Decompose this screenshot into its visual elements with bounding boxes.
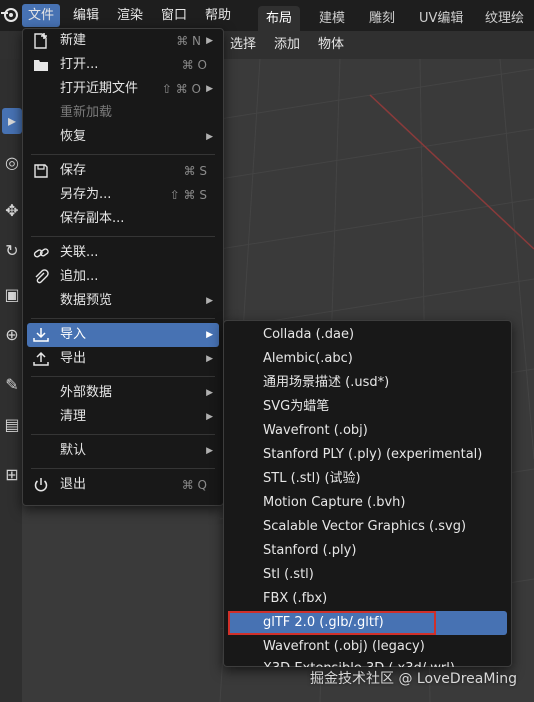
menu-item-append[interactable]: 追加... [27,265,219,289]
transform-tool-icon[interactable]: ⊕ [2,322,22,348]
menu-help[interactable]: 帮助 [205,0,231,31]
menu-separator [31,154,215,155]
add-cube-tool-icon[interactable]: ⊞ [2,462,22,488]
tab-texture-paint[interactable]: 纹理绘制 [485,6,534,51]
menu-item-link[interactable]: 关联... [27,241,219,265]
chevron-right-icon: ▶ [206,36,213,46]
menu-item-new[interactable]: 新建 ⌘ N ▶ [27,29,219,53]
chevron-right-icon: ▶ [206,84,213,94]
import-icon [33,328,49,342]
menu-item-open[interactable]: 打开... ⌘ O [27,53,219,77]
select-box-tool-icon[interactable]: ▸ [2,108,22,134]
chevron-right-icon: ▶ [206,330,213,340]
save-icon [34,164,48,178]
menu-item-revert: 重新加载 [60,105,113,120]
tab-sculpting[interactable]: 雕刻 [369,6,395,31]
move-tool-icon[interactable]: ✥ [2,198,22,224]
chevron-right-icon: ▶ [206,132,213,142]
chevron-right-icon: ▶ [206,296,213,306]
menu-separator [31,468,215,469]
import-item-alembic[interactable]: Alembic(.abc) [228,347,507,371]
menu-item-recover[interactable]: 恢复 ▶ [27,125,219,149]
import-item-svg-grease-pencil[interactable]: SVG为蜡笔 [228,395,507,419]
menu-edit[interactable]: 编辑 [73,0,99,31]
import-item-fbx[interactable]: FBX (.fbx) [228,587,507,611]
scale-tool-icon[interactable]: ▣ [2,282,22,308]
tab-layout[interactable]: 布局 [258,6,301,31]
blender-logo-icon[interactable] [0,5,20,25]
menu-render[interactable]: 渲染 [117,0,143,31]
chevron-right-icon: ▶ [206,354,213,364]
menu-item-save-copy[interactable]: 保存副本... [27,207,219,231]
link-icon [33,248,49,258]
chevron-right-icon: ▶ [206,388,213,398]
menu-item-export[interactable]: 导出 ▶ [27,347,219,371]
measure-tool-icon[interactable]: ▤ [2,412,22,438]
import-item-stanford-ply[interactable]: Stanford (.ply) [228,539,507,563]
new-file-icon [34,33,47,49]
import-item-stanford-ply-experimental[interactable]: Stanford PLY (.ply) (experimental) [228,443,507,467]
paperclip-icon [35,269,49,284]
import-item-usd[interactable]: 通用场景描述 (.usd*) [228,371,507,395]
tab-uv-editing[interactable]: UV编辑 [419,6,463,31]
annotate-tool-icon[interactable]: ✎ [2,372,22,398]
menu-item-import[interactable]: 导入 ▶ [27,323,219,347]
folder-icon [34,60,48,71]
menu-window[interactable]: 窗口 [161,0,187,31]
menu-separator [31,236,215,237]
header-object[interactable]: 物体 [318,31,344,59]
import-item-x3d[interactable]: X3D Extensible 3D (.x3d/.wrl) [228,657,507,667]
menu-item-quit[interactable]: 退出 ⌘ Q [27,473,219,497]
import-item-stl-experimental[interactable]: STL (.stl) (试验) [228,467,507,491]
menu-item-defaults[interactable]: 默认 ▶ [27,439,219,463]
import-item-collada[interactable]: Collada (.dae) [228,323,507,347]
menu-separator [31,318,215,319]
header-add[interactable]: 添加 [274,31,300,59]
menu-item-data-previews[interactable]: 数据预览 ▶ [27,289,219,313]
power-icon [34,478,48,492]
menu-separator [31,434,215,435]
chevron-right-icon: ▶ [206,412,213,422]
menu-item-external-data[interactable]: 外部数据 ▶ [27,381,219,405]
import-item-svg[interactable]: Scalable Vector Graphics (.svg) [228,515,507,539]
watermark: 掘金技术社区 @ LoveDreaMing [310,671,518,687]
import-item-bvh[interactable]: Motion Capture (.bvh) [228,491,507,515]
menu-separator [31,376,215,377]
menu-item-save[interactable]: 保存 ⌘ S [27,159,219,183]
chevron-right-icon: ▶ [206,446,213,456]
header-select[interactable]: 选择 [230,31,256,59]
cursor-tool-icon[interactable]: ◎ [2,150,22,176]
import-item-wavefront-obj[interactable]: Wavefront (.obj) [228,419,507,443]
export-icon [33,351,49,366]
file-menu-dropdown: 新建 ⌘ N ▶ 打开... ⌘ O 打开近期文件 ⇧ ⌘ O ▶ 重新加载 恢… [22,28,224,506]
import-item-stl[interactable]: Stl (.stl) [228,563,507,587]
rotate-tool-icon[interactable]: ↻ [2,238,22,264]
highlight-annotation-box [228,611,436,635]
tab-modeling[interactable]: 建模 [319,6,345,31]
menu-item-save-as[interactable]: 另存为... ⇧ ⌘ S [27,183,219,207]
import-item-wavefront-obj-legacy[interactable]: Wavefront (.obj) (legacy) [228,635,507,659]
menu-item-open-recent[interactable]: 打开近期文件 ⇧ ⌘ O ▶ [27,77,219,101]
menu-item-clean-up[interactable]: 清理 ▶ [27,405,219,429]
menu-file[interactable]: 文件 [22,4,61,27]
